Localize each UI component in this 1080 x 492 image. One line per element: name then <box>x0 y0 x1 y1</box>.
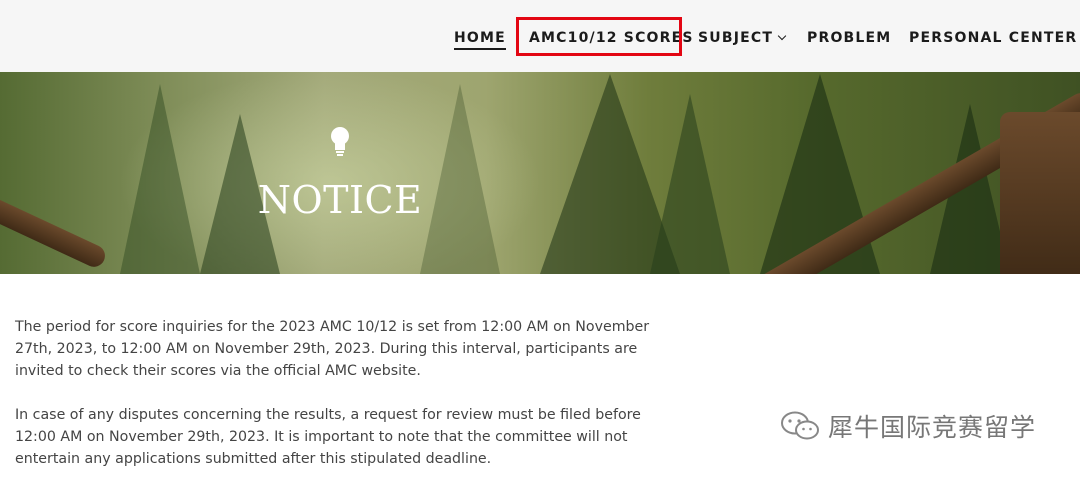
nav-item-home[interactable]: HOME <box>454 30 506 50</box>
notice-paragraph: The period for score inquiries for the 2… <box>15 319 650 379</box>
nav-item-label: PROBLEM <box>807 30 892 46</box>
nav-item-subject[interactable]: SUBJECT <box>698 30 787 46</box>
page-title: NOTICE <box>257 178 423 222</box>
hero-banner: NOTICE <box>0 72 1080 274</box>
chevron-down-icon <box>777 31 787 41</box>
wechat-icon <box>781 411 819 440</box>
nav-item-label: SUBJECT <box>698 30 774 46</box>
nav-item-problem[interactable]: PROBLEM <box>807 30 891 46</box>
fence-post <box>1000 112 1080 274</box>
lightbulb-icon <box>331 127 349 156</box>
top-navigation: HOME AMC10/12 SCORES SUBJECT PROBLEM PER… <box>0 0 1080 72</box>
nav-item-label: HOME <box>454 30 506 46</box>
notice-content: The period for score inquiries for the 2… <box>15 316 660 492</box>
highlight-box <box>516 17 682 56</box>
watermark-text: 犀牛国际竞赛留学 <box>828 413 1037 442</box>
nav-item-personal-center[interactable]: PERSONAL CENTER <box>909 30 1080 46</box>
active-underline <box>454 48 506 50</box>
notice-paragraph: In case of any disputes concerning the r… <box>15 407 641 467</box>
nav-item-label: PERSONAL CENTER <box>909 30 1078 46</box>
watermark: 犀牛国际竞赛留学 <box>780 408 1036 444</box>
